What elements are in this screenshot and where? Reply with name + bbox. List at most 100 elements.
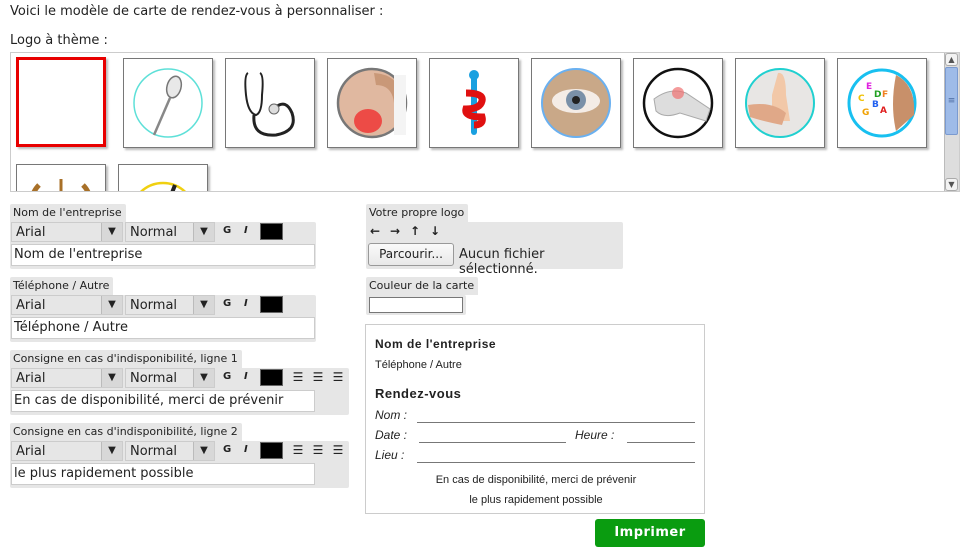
svg-text:G: G xyxy=(862,108,869,118)
line1-size-select[interactable]: Normal ▼ xyxy=(125,368,215,388)
text-color-swatch[interactable] xyxy=(260,296,283,313)
font-value: Arial xyxy=(16,444,46,459)
logo-section-label: Logo à thème : xyxy=(10,33,108,48)
card-message-line2: le plus rapidement possible xyxy=(469,494,603,506)
foot-massage-icon xyxy=(745,68,815,138)
dropdown-arrow-icon: ▼ xyxy=(193,442,214,460)
move-right-icon[interactable]: → xyxy=(390,224,410,238)
svg-text:F: F xyxy=(882,90,888,100)
svg-text:E: E xyxy=(866,82,872,92)
logo-option-laurel[interactable] xyxy=(16,164,106,191)
gallery-scrollbar[interactable]: ▲ ≡ ▼ xyxy=(944,53,959,191)
bold-button[interactable]: G xyxy=(223,298,231,309)
caduceus-icon xyxy=(462,70,486,135)
text-color-swatch[interactable] xyxy=(260,223,283,240)
own-logo-label: Votre propre logo xyxy=(366,204,469,222)
print-button[interactable]: Imprimer xyxy=(595,519,705,547)
font-value: Arial xyxy=(16,371,46,386)
speech-letters-icon: CED FBG A xyxy=(847,68,917,138)
card-time-line xyxy=(627,442,695,443)
logo-option-caduceus[interactable] xyxy=(429,58,519,148)
card-preview: Nom de l'entreprise Téléphone / Autre Re… xyxy=(365,324,705,514)
svg-text:D: D xyxy=(874,90,881,100)
stethoscope-icon xyxy=(244,72,295,137)
card-message-line1: En cas de disponibilité, merci de préven… xyxy=(435,474,637,486)
card-date-label: Date : xyxy=(375,428,408,442)
card-name-line xyxy=(417,422,695,423)
align-right-icon[interactable]: ☰ xyxy=(332,370,344,384)
italic-button[interactable]: I xyxy=(244,371,248,382)
card-color-input[interactable] xyxy=(369,297,463,313)
dropdown-arrow-icon: ▼ xyxy=(193,369,214,387)
svg-text:B: B xyxy=(872,100,879,110)
dropdown-arrow-icon: ▼ xyxy=(101,296,122,314)
dental-mirror-icon xyxy=(133,68,203,138)
company-font-select[interactable]: Arial ▼ xyxy=(11,222,123,242)
message-line2-input[interactable]: le plus rapidement possible xyxy=(11,463,315,485)
svg-text:C: C xyxy=(858,94,865,104)
align-center-icon[interactable]: ☰ xyxy=(312,370,324,384)
italic-button[interactable]: I xyxy=(244,444,248,455)
font-value: Arial xyxy=(16,225,46,240)
align-left-icon[interactable]: ☰ xyxy=(292,370,304,384)
message-line1-input[interactable]: En cas de disponibilité, merci de préven… xyxy=(11,390,315,412)
text-color-swatch[interactable] xyxy=(260,369,283,386)
company-name-label: Nom de l'entreprise xyxy=(10,204,126,222)
italic-button[interactable]: I xyxy=(244,225,248,236)
message-line2-label: Consigne en cas d'indisponibilité, ligne… xyxy=(10,423,242,441)
wrist-pain-icon xyxy=(642,67,714,139)
font-value: Arial xyxy=(16,298,46,313)
move-up-icon[interactable]: ↑ xyxy=(410,224,430,238)
logo-option-wrist-pain[interactable] xyxy=(633,58,723,148)
phone-font-select[interactable]: Arial ▼ xyxy=(11,295,123,315)
size-value: Normal xyxy=(130,444,178,459)
logo-option-blank[interactable] xyxy=(16,57,106,147)
line2-size-select[interactable]: Normal ▼ xyxy=(125,441,215,461)
logo-gallery: CEDFBG A ▲ ≡ ▼ xyxy=(10,52,960,192)
logo-option-yellow-tools[interactable] xyxy=(118,164,208,191)
line1-font-select[interactable]: Arial ▼ xyxy=(11,368,123,388)
phone-input[interactable]: Téléphone / Autre xyxy=(11,317,315,339)
logo-option-stethoscope[interactable] xyxy=(225,58,315,148)
dropdown-arrow-icon: ▼ xyxy=(193,296,214,314)
line2-font-select[interactable]: Arial ▼ xyxy=(11,441,123,461)
italic-button[interactable]: I xyxy=(244,298,248,309)
company-size-select[interactable]: Normal ▼ xyxy=(125,222,215,242)
browse-button[interactable]: Parcourir... xyxy=(368,243,454,266)
card-place-label: Lieu : xyxy=(375,448,405,462)
bold-button[interactable]: G xyxy=(223,444,231,455)
logo-option-back-pain[interactable] xyxy=(327,58,417,148)
card-company-name: Nom de l'entreprise xyxy=(375,337,497,351)
align-center-icon[interactable]: ☰ xyxy=(312,443,324,457)
align-left-icon[interactable]: ☰ xyxy=(292,443,304,457)
size-value: Normal xyxy=(130,298,178,313)
align-right-icon[interactable]: ☰ xyxy=(332,443,344,457)
text-color-swatch[interactable] xyxy=(260,442,283,459)
card-color-label: Couleur de la carte xyxy=(366,277,479,295)
dropdown-arrow-icon: ▼ xyxy=(193,223,214,241)
logo-option-dental-mirror[interactable] xyxy=(123,58,213,148)
laurel-emblem-icon xyxy=(31,179,91,191)
bold-button[interactable]: G xyxy=(223,371,231,382)
scroll-down-icon[interactable]: ▼ xyxy=(945,178,958,191)
logo-option-foot-massage[interactable] xyxy=(735,58,825,148)
message-line1-label: Consigne en cas d'indisponibilité, ligne… xyxy=(10,350,242,368)
phone-size-select[interactable]: Normal ▼ xyxy=(125,295,215,315)
dropdown-arrow-icon: ▼ xyxy=(101,369,122,387)
card-title: Rendez-vous xyxy=(375,386,462,401)
bold-button[interactable]: G xyxy=(223,225,231,236)
dropdown-arrow-icon: ▼ xyxy=(101,223,122,241)
move-down-icon[interactable]: ↓ xyxy=(430,224,450,238)
logo-option-eye[interactable] xyxy=(531,58,621,148)
card-date-line xyxy=(419,442,566,443)
size-value: Normal xyxy=(130,225,178,240)
card-name-label: Nom : xyxy=(375,408,408,422)
phone-label: Téléphone / Autre xyxy=(10,277,114,295)
scrollbar-thumb[interactable]: ≡ xyxy=(945,67,958,135)
move-left-icon[interactable]: ← xyxy=(370,224,390,238)
logo-option-speech-letters[interactable]: CEDFBG A xyxy=(837,58,927,148)
card-place-line xyxy=(417,462,695,463)
back-pain-icon xyxy=(336,67,408,139)
company-name-input[interactable]: Nom de l'entreprise xyxy=(11,244,315,266)
scroll-up-icon[interactable]: ▲ xyxy=(945,53,958,66)
